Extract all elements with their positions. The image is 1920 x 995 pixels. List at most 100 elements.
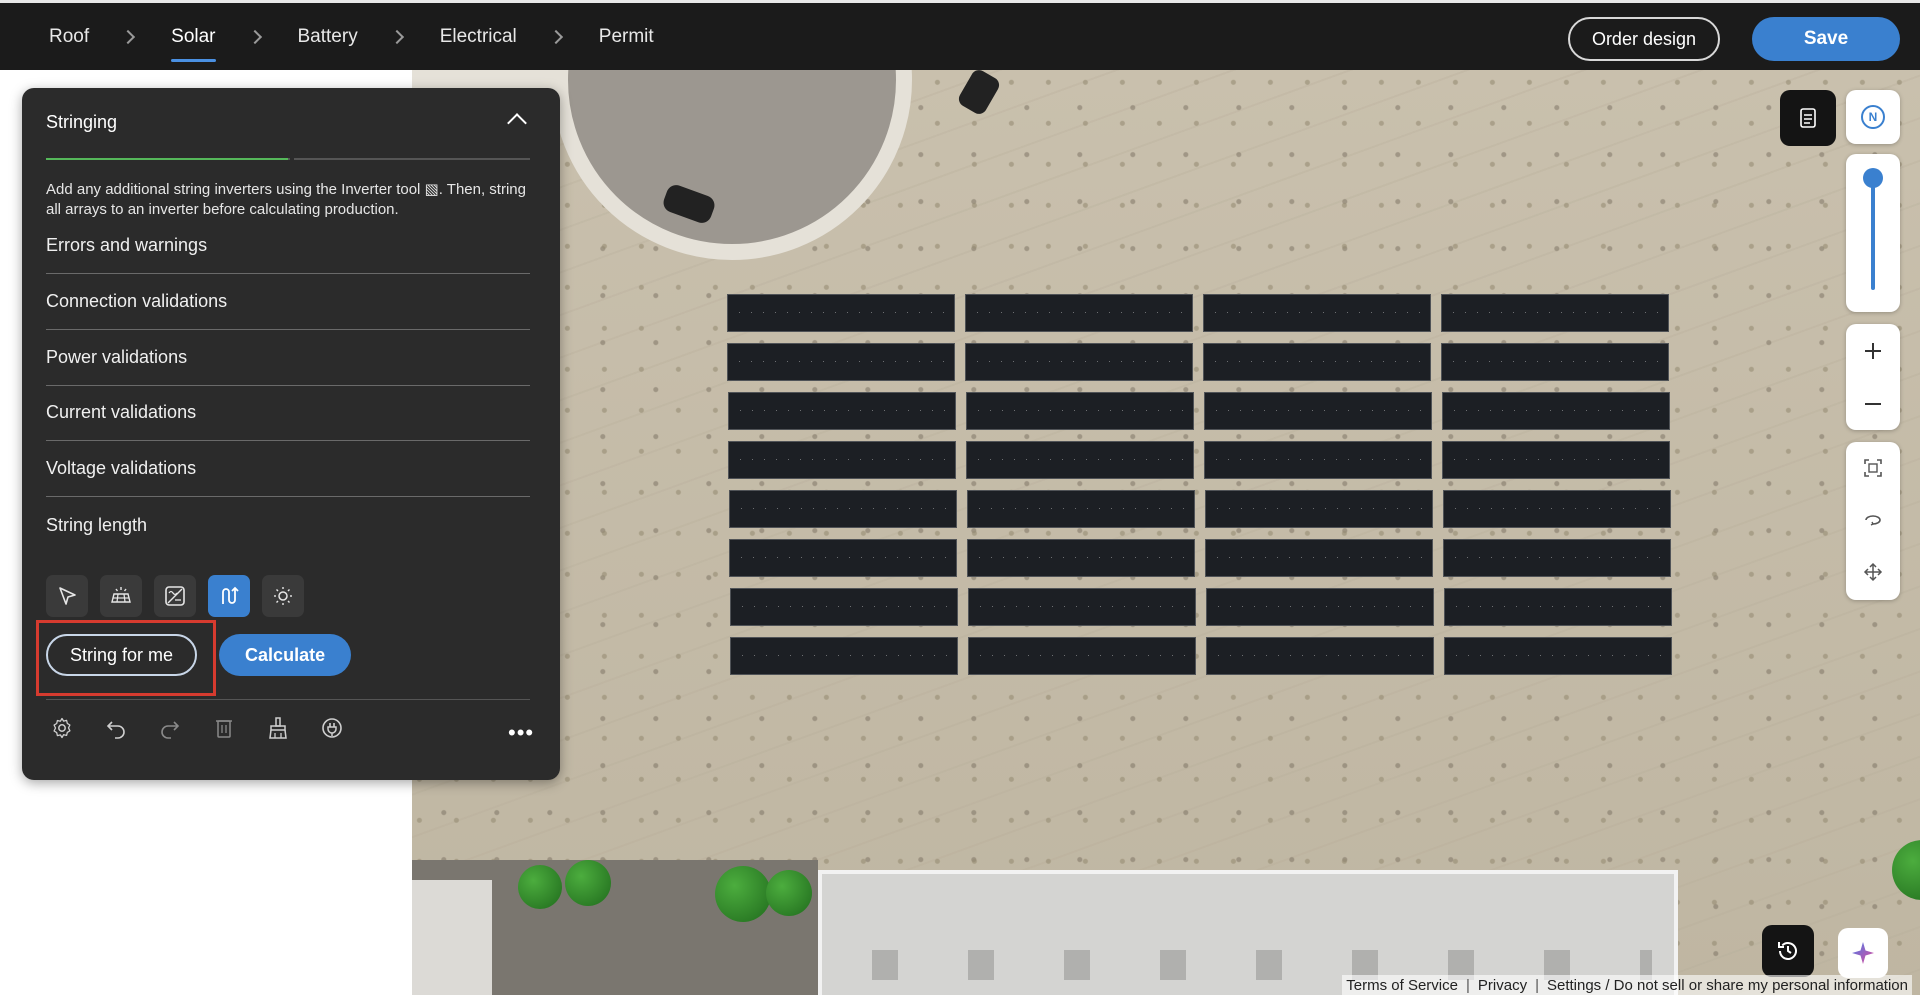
compass-button[interactable]: N [1846,90,1900,144]
breadcrumb-solar[interactable]: Solar [171,3,216,70]
chevron-right-icon [548,29,563,44]
panel-block[interactable] [1206,637,1434,675]
progress-divider [290,158,294,160]
panel-block[interactable] [1442,441,1670,479]
breadcrumb-electrical[interactable]: Electrical [440,3,517,70]
breadcrumb-battery[interactable]: Battery [298,3,358,70]
section-connection-validations[interactable]: Connection validations [46,274,530,330]
rotate-view-button[interactable] [1846,494,1900,546]
pan-button[interactable] [1846,546,1900,598]
undo-button[interactable] [100,712,132,744]
stringing-panel: Stringing Add any additional string inve… [22,88,560,780]
delete-button[interactable] [208,712,240,744]
select-tool-button[interactable] [46,575,88,617]
panel-row[interactable] [728,392,1670,430]
breadcrumb-permit[interactable]: Permit [599,3,654,70]
clear-button[interactable] [262,712,294,744]
panel-block[interactable] [729,539,957,577]
section-current-validations[interactable]: Current validations [46,385,530,441]
ai-assistant-button[interactable] [1838,928,1888,978]
panel-block[interactable] [1205,539,1433,577]
panel-block[interactable] [1442,392,1670,430]
panel-description: Add any additional string inverters usin… [46,181,526,218]
panel-row[interactable] [729,490,1671,528]
power-button[interactable] [316,712,348,744]
tree [1892,840,1920,900]
shading-tool-button[interactable] [262,575,304,617]
power-plug-icon [322,718,342,738]
inverter-tool-button[interactable] [154,575,196,617]
panel-block[interactable] [1441,294,1669,332]
panel-block[interactable] [966,441,1194,479]
fit-view-button[interactable] [1846,442,1900,494]
satellite-map[interactable] [412,70,1920,995]
panel-block[interactable] [730,588,958,626]
panel-block[interactable] [1203,294,1431,332]
rotate-icon [1865,515,1881,526]
panel-block[interactable] [1204,392,1432,430]
panel-block[interactable] [966,392,1194,430]
panel-row[interactable] [730,637,1672,675]
panel-row[interactable] [729,539,1671,577]
panel-row[interactable] [730,588,1672,626]
array-tool-button[interactable] [100,575,142,617]
history-button[interactable] [1762,925,1814,977]
panel-block[interactable] [968,588,1196,626]
tree [565,860,611,906]
breadcrumb-roof[interactable]: Roof [49,3,89,70]
settings-button[interactable] [46,712,78,744]
panel-block[interactable] [727,294,955,332]
panel-block[interactable] [728,441,956,479]
slider-track[interactable] [1871,172,1875,290]
panel-block[interactable] [1205,490,1433,528]
panel-block[interactable] [1444,588,1672,626]
panel-row[interactable] [727,294,1669,332]
panel-block[interactable] [1441,343,1669,381]
slider-handle[interactable] [1863,168,1883,188]
privacy-link[interactable]: Privacy [1478,977,1527,994]
progress-bar [46,158,530,160]
notes-button[interactable] [1780,90,1836,146]
panel-block[interactable] [1443,490,1671,528]
panel-block[interactable] [730,637,958,675]
panel-block[interactable] [967,539,1195,577]
panel-block[interactable] [1204,441,1432,479]
order-design-button[interactable]: Order design [1567,17,1720,61]
solar-panel-array[interactable] [727,294,1677,675]
string-tool-button[interactable] [208,575,250,617]
panel-row[interactable] [728,441,1670,479]
section-string-length[interactable]: String length [46,497,530,553]
section-power-validations[interactable]: Power validations [46,330,530,386]
zoom-out-button[interactable] [1846,377,1900,430]
calculate-button[interactable]: Calculate [219,634,352,676]
panel-title: Stringing [46,112,118,132]
compass-icon: N [1861,105,1885,129]
panel-block[interactable] [1443,539,1671,577]
panel-block[interactable] [967,490,1195,528]
panel-block[interactable] [729,490,957,528]
settings-link[interactable]: Settings / Do not sell or share my perso… [1547,977,1908,994]
panel-block[interactable] [965,294,1193,332]
chevron-right-icon [247,29,262,44]
section-errors-and-warnings[interactable]: Errors and warnings [46,218,530,274]
panel-block[interactable] [728,392,956,430]
panel-block[interactable] [727,343,955,381]
panel-row[interactable] [727,343,1669,381]
panel-block[interactable] [1206,588,1434,626]
zoom-in-button[interactable] [1846,324,1900,377]
tilt-slider[interactable] [1846,154,1900,312]
chevron-right-icon [389,29,404,44]
panel-block[interactable] [1203,343,1431,381]
terms-link[interactable]: Terms of Service [1346,977,1458,994]
save-button[interactable]: Save [1752,17,1900,61]
section-voltage-validations[interactable]: Voltage validations [46,441,530,497]
panel-block[interactable] [968,637,1196,675]
panel-block[interactable] [1444,637,1672,675]
chevron-up-icon[interactable] [507,113,527,133]
top-navigation-bar: Roof Solar Battery Electrical Permit Ord… [0,0,1920,70]
redo-button[interactable] [154,712,186,744]
panel-block[interactable] [965,343,1193,381]
more-options-icon[interactable]: ••• [508,720,534,746]
string-for-me-button[interactable]: String for me [46,634,198,676]
divider: | [1535,976,1539,994]
